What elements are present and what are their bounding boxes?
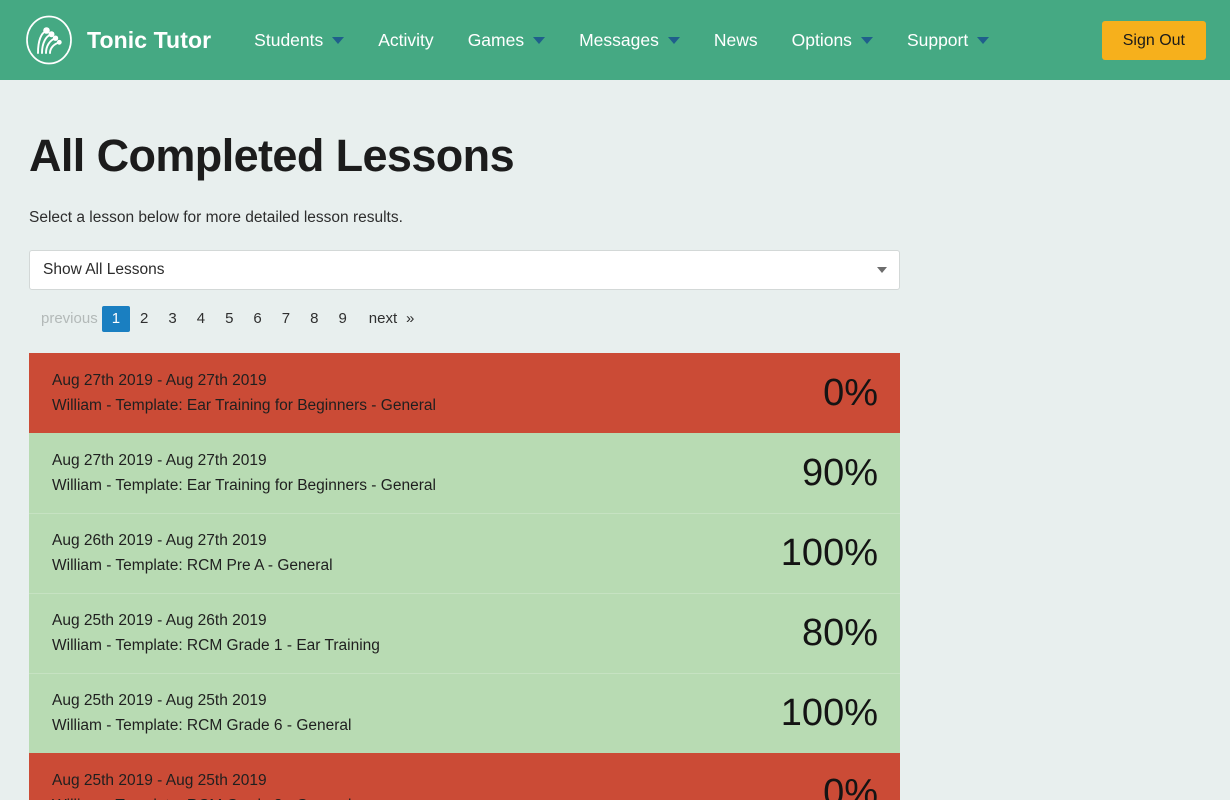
chevron-down-icon [977, 37, 989, 44]
pagination-page-6[interactable]: 6 [243, 306, 271, 332]
pagination-page-9[interactable]: 9 [328, 306, 356, 332]
pagination-page-3[interactable]: 3 [158, 306, 186, 332]
nav-item-support[interactable]: Support [890, 0, 1006, 80]
brand-home-link[interactable]: Tonic Tutor [24, 15, 211, 65]
lesson-score: 100% [781, 694, 878, 732]
lesson-info: Aug 27th 2019 - Aug 27th 2019 William - … [52, 373, 436, 414]
pagination-page-5[interactable]: 5 [215, 306, 243, 332]
nav-item-options[interactable]: Options [775, 0, 890, 80]
lesson-name: William - Template: Ear Training for Beg… [52, 478, 436, 494]
lesson-name: William - Template: RCM Pre A - General [52, 558, 333, 574]
lesson-info: Aug 27th 2019 - Aug 27th 2019 William - … [52, 453, 436, 494]
tonic-tutor-circle-logo-icon [24, 15, 74, 65]
nav-label-news: News [714, 30, 758, 51]
table-row[interactable]: Aug 25th 2019 - Aug 25th 2019 William - … [29, 753, 900, 800]
nav-item-students[interactable]: Students [237, 0, 361, 80]
pagination-page-7[interactable]: 7 [272, 306, 300, 332]
nav-item-messages[interactable]: Messages [562, 0, 697, 80]
nav-label-games: Games [468, 30, 524, 51]
nav-label-students: Students [254, 30, 323, 51]
table-row[interactable]: Aug 27th 2019 - Aug 27th 2019 William - … [29, 433, 900, 513]
lesson-info: Aug 25th 2019 - Aug 25th 2019 William - … [52, 773, 351, 800]
lesson-filter-value[interactable]: Show All Lessons [29, 250, 900, 290]
lesson-score: 100% [781, 534, 878, 572]
table-row[interactable]: Aug 25th 2019 - Aug 25th 2019 William - … [29, 673, 900, 753]
lesson-date-range: Aug 27th 2019 - Aug 27th 2019 [52, 373, 436, 389]
table-row[interactable]: Aug 26th 2019 - Aug 27th 2019 William - … [29, 513, 900, 593]
lesson-info: Aug 25th 2019 - Aug 25th 2019 William - … [52, 693, 351, 734]
lesson-date-range: Aug 25th 2019 - Aug 25th 2019 [52, 773, 351, 789]
lesson-score: 80% [802, 614, 878, 652]
pagination-page-4[interactable]: 4 [187, 306, 215, 332]
nav-item-activity[interactable]: Activity [361, 0, 450, 80]
completed-lessons-list: Aug 27th 2019 - Aug 27th 2019 William - … [29, 353, 900, 800]
lesson-name: William - Template: RCM Grade 6 - Genera… [52, 718, 351, 734]
lesson-score: 90% [802, 454, 878, 492]
lesson-info: Aug 25th 2019 - Aug 26th 2019 William - … [52, 613, 380, 654]
page-title: All Completed Lessons [29, 132, 1230, 179]
nav-label-activity: Activity [378, 30, 433, 51]
brand-name: Tonic Tutor [87, 27, 211, 54]
nav-label-support: Support [907, 30, 968, 51]
lesson-score: 0% [823, 374, 878, 412]
nav-item-news[interactable]: News [697, 0, 775, 80]
pagination-previous[interactable]: previous [29, 306, 102, 332]
lesson-date-range: Aug 27th 2019 - Aug 27th 2019 [52, 453, 436, 469]
table-row[interactable]: Aug 25th 2019 - Aug 26th 2019 William - … [29, 593, 900, 673]
chevron-down-icon [332, 37, 344, 44]
lesson-date-range: Aug 26th 2019 - Aug 27th 2019 [52, 533, 333, 549]
pagination-page-8[interactable]: 8 [300, 306, 328, 332]
page-content: All Completed Lessons Select a lesson be… [0, 132, 1230, 800]
pagination-page-2[interactable]: 2 [130, 306, 158, 332]
sign-out-button[interactable]: Sign Out [1102, 21, 1206, 60]
nav-label-messages: Messages [579, 30, 659, 51]
lesson-date-range: Aug 25th 2019 - Aug 26th 2019 [52, 613, 380, 629]
lesson-info: Aug 26th 2019 - Aug 27th 2019 William - … [52, 533, 333, 574]
main-nav-links: Students Activity Games Messages News Op… [237, 0, 1006, 80]
top-navigation-bar: Tonic Tutor Students Activity Games Mess… [0, 0, 1230, 80]
lesson-name: William - Template: RCM Grade 1 - Ear Tr… [52, 638, 380, 654]
table-row[interactable]: Aug 27th 2019 - Aug 27th 2019 William - … [29, 353, 900, 433]
lesson-date-range: Aug 25th 2019 - Aug 25th 2019 [52, 693, 351, 709]
chevron-down-icon [668, 37, 680, 44]
chevron-down-icon [877, 267, 887, 273]
chevron-down-icon [861, 37, 873, 44]
pagination-next-arrow-icon[interactable]: » [401, 306, 427, 332]
chevron-down-icon [533, 37, 545, 44]
lesson-filter-select[interactable]: Show All Lessons [29, 250, 900, 290]
nav-label-options: Options [792, 30, 852, 51]
pagination: previous 1 2 3 4 5 6 7 8 9 next » [29, 306, 1230, 332]
pagination-page-1[interactable]: 1 [102, 306, 130, 332]
page-subtitle: Select a lesson below for more detailed … [29, 209, 1230, 227]
lesson-name: William - Template: Ear Training for Beg… [52, 398, 436, 414]
lesson-score: 0% [823, 774, 878, 800]
pagination-next[interactable]: next [357, 306, 401, 332]
nav-item-games[interactable]: Games [451, 0, 562, 80]
